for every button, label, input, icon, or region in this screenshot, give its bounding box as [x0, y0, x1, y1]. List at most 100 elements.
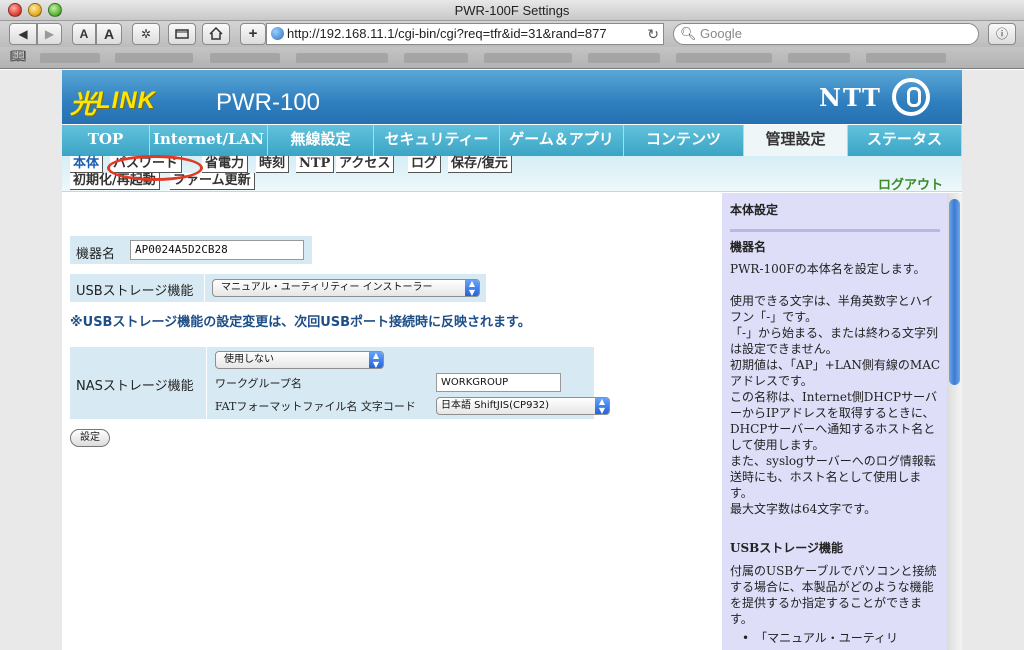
bookmark-blurred[interactable] — [484, 53, 572, 63]
fat-charset-value: 日本語 ShiftJIS(CP932) — [441, 400, 550, 411]
tab-wireless[interactable]: 無線設定 — [268, 125, 374, 156]
link-logo: LINK — [96, 87, 156, 114]
text-smaller-button[interactable]: A — [72, 23, 96, 45]
url-text: http://192.168.11.1/cgi-bin/cgi?req=tfr&… — [287, 26, 607, 41]
bookmarks-bar: 📖︎ — [0, 47, 1024, 69]
window-button[interactable] — [168, 23, 196, 45]
subtab-device[interactable]: 本体 — [70, 156, 104, 173]
bookmarks-icon[interactable]: 📖︎ — [10, 49, 27, 64]
globe-icon — [271, 27, 284, 40]
logout-link[interactable]: ログアウト — [878, 174, 943, 193]
subtab-time[interactable]: 時刻 — [256, 156, 290, 173]
reload-icon[interactable]: ↻ — [647, 24, 659, 44]
bookmark-blurred[interactable] — [866, 53, 946, 63]
help-paragraph: また、syslogサーバーへのログ情報転送時にも、ホスト名として使用します。 — [730, 454, 936, 500]
help-heading-usb-storage: USBストレージ機能 — [730, 541, 844, 555]
browser-toolbar: ◀ ▶ A A ✲ + http://192.168.11.1/cgi-bin/… — [0, 21, 1024, 47]
window-titlebar: PWR-100F Settings — [0, 0, 1024, 21]
help-scrollbar[interactable] — [947, 193, 962, 650]
tab-game-apps[interactable]: ゲーム＆アプリ — [500, 125, 624, 156]
url-field[interactable]: http://192.168.11.1/cgi-bin/cgi?req=tfr&… — [266, 23, 664, 45]
nas-storage-label: NASストレージ機能 — [76, 379, 194, 394]
bookmark-blurred[interactable] — [788, 53, 850, 63]
tab-contents[interactable]: コンテンツ — [624, 125, 744, 156]
help-divider — [730, 229, 940, 232]
search-input[interactable]: 🔍︎ Google — [673, 23, 979, 45]
tab-admin-settings[interactable]: 管理設定 — [744, 125, 848, 156]
ntt-logo-icon — [892, 78, 930, 116]
help-paragraph: 使用できる文字は、半角英数字とハイフン「-」です。 — [730, 294, 934, 324]
search-placeholder: Google — [700, 26, 742, 41]
row-divider — [206, 347, 207, 419]
help-paragraph: 最大文字数は64文字です。 — [730, 502, 877, 516]
usb-storage-value: マニュアル・ユーティリティー インストーラー — [221, 282, 433, 293]
help-title: 本体設定 — [730, 203, 779, 217]
bookmark-blurred[interactable] — [676, 53, 772, 63]
hikari-logo: 光 — [70, 90, 97, 120]
tab-status[interactable]: ステータス — [848, 125, 962, 156]
chevron-updown-icon: ▲ ▼ — [595, 398, 609, 414]
help-heading-device-name: 機器名 — [730, 240, 767, 254]
nas-storage-select[interactable]: 使用しない ▲ ▼ — [215, 351, 384, 369]
help-list-item: • 「マニュアル・ユーティリ — [742, 631, 898, 645]
text-bigger-button[interactable]: A — [96, 23, 122, 45]
help-paragraph: この名称は、Internet側DHCPサーバーからIPアドレスを取得するときに、… — [730, 390, 938, 452]
subtab-access[interactable]: アクセス — [336, 156, 395, 173]
subtab-save-restore[interactable]: 保存/復元 — [448, 156, 512, 173]
help-paragraph: PWR-100Fの本体名を設定します。 — [730, 262, 926, 276]
home-icon — [209, 26, 223, 40]
subtab-power-saving[interactable]: 省電力 — [202, 156, 249, 173]
fat-charset-select[interactable]: 日本語 ShiftJIS(CP932) ▲ ▼ — [436, 397, 610, 415]
highlight-annotation — [107, 155, 203, 181]
save-settings-button[interactable]: 設定 — [70, 429, 110, 447]
device-name-input[interactable]: AP0024A5D2CB28 — [130, 240, 304, 260]
bookmark-blurred[interactable] — [40, 53, 100, 63]
subtab-log[interactable]: ログ — [408, 156, 442, 173]
product-name: PWR-100 — [216, 89, 321, 116]
back-icon: ◀ — [18, 27, 28, 41]
add-bookmark-button[interactable]: + — [240, 23, 266, 45]
usb-storage-label: USBストレージ機能 — [76, 284, 194, 299]
help-paragraph: 付属のUSBケーブルでパソコンと接続する場合に、本製品がどのような機能を提供する… — [730, 564, 937, 626]
bug-icon: ⓘ — [995, 27, 1008, 41]
bookmark-blurred[interactable] — [404, 53, 468, 63]
row-divider — [204, 274, 205, 302]
usb-storage-select[interactable]: マニュアル・ユーティリティー インストーラー ▲ ▼ — [212, 279, 480, 297]
report-bug-button[interactable]: ⓘ — [988, 23, 1016, 45]
home-button[interactable] — [202, 23, 230, 45]
search-icon: 🔍︎ — [680, 26, 697, 41]
subtab-ntp[interactable]: NTP — [296, 156, 335, 173]
page-header: 光 LINK PWR-100 NTT — [62, 70, 962, 124]
bookmark-blurred[interactable] — [296, 53, 388, 63]
help-panel: 本体設定 機器名 PWR-100Fの本体名を設定します。 使用できる文字は、半角… — [722, 193, 947, 650]
add-icon: + — [248, 25, 258, 42]
device-name-row: 機器名 AP0024A5D2CB28 — [70, 236, 312, 264]
workgroup-label: ワークグループ名 — [215, 377, 302, 390]
ntt-brand: NTT — [819, 83, 882, 112]
back-button[interactable]: ◀ — [9, 23, 37, 45]
fat-charset-label: FATフォーマットファイル名 文字コード — [215, 400, 416, 413]
help-paragraph: 「-」から始まる、または終わる文字列は設定できません。 — [730, 326, 939, 356]
help-scrollbar-thumb[interactable] — [949, 199, 960, 385]
router-settings-page: 光 LINK PWR-100 NTT TOP Internet/LAN 無線設定… — [62, 70, 962, 650]
tab-security[interactable]: セキュリティー — [374, 125, 500, 156]
nas-storage-value: 使用しない — [224, 354, 274, 365]
bookmark-blurred[interactable] — [115, 53, 193, 63]
nas-storage-row: NASストレージ機能 使用しない ▲ ▼ ワークグループ名 WORKGROUP F… — [70, 347, 610, 419]
bookmark-blurred[interactable] — [210, 53, 280, 63]
chevron-updown-icon: ▲ ▼ — [369, 352, 383, 368]
device-name-label: 機器名 — [76, 247, 116, 262]
chevron-updown-icon: ▲ ▼ — [465, 280, 479, 296]
help-paragraph: 初期値は、「AP」+LAN側有線のMACアドレスです。 — [730, 358, 941, 388]
bookmark-blurred[interactable] — [588, 53, 660, 63]
forward-icon: ▶ — [44, 27, 55, 41]
usb-notice: ※USBストレージ機能の設定変更は、次回USBポート接続時に反映されます。 — [70, 315, 531, 330]
tab-internet-lan[interactable]: Internet/LAN — [150, 125, 268, 156]
window-icon — [175, 29, 189, 39]
gear-icon: ✲ — [140, 27, 152, 41]
settings-button[interactable]: ✲ — [132, 23, 160, 45]
window-title: PWR-100F Settings — [454, 3, 570, 18]
workgroup-input[interactable]: WORKGROUP — [436, 373, 561, 392]
forward-button[interactable]: ▶ — [37, 23, 62, 45]
tab-top[interactable]: TOP — [62, 125, 150, 156]
